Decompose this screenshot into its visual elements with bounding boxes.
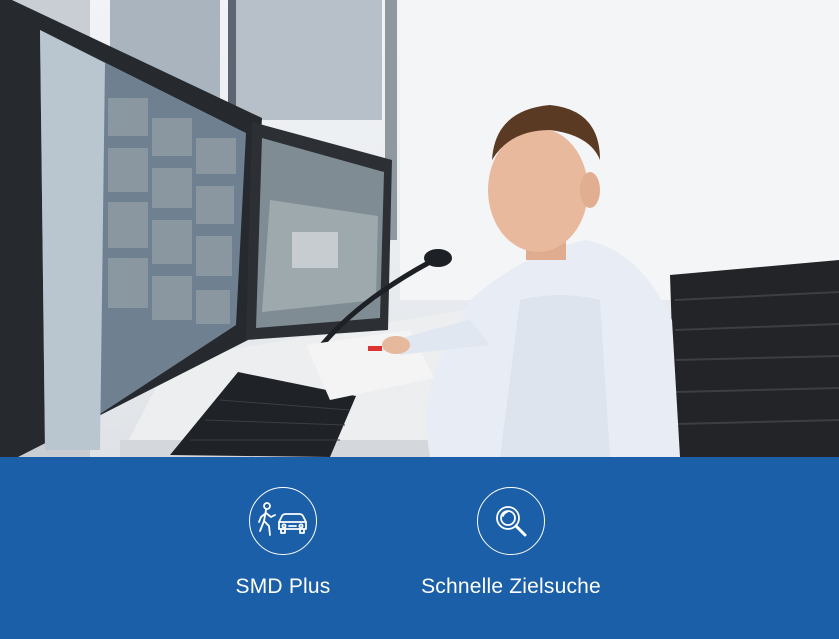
surveillance-operator-photo [0,0,839,457]
feature-search-icon-circle[interactable] [477,487,545,555]
magnifier-icon [496,506,527,537]
feature-schnelle-zielsuche-label[interactable]: Schnelle Zielsuche [421,575,601,599]
feature-band: SMD Plus Schnelle Zielsuche [0,457,839,639]
feature-schnelle-zielsuche[interactable]: Schnelle Zielsuche [398,487,624,599]
feature-smd-plus-icon-circle[interactable] [249,487,317,555]
hero-photo [0,0,839,457]
feature-smd-plus[interactable]: SMD Plus [218,487,348,599]
feature-smd-plus-label[interactable]: SMD Plus [236,575,331,599]
person-and-car-icon [258,502,307,536]
